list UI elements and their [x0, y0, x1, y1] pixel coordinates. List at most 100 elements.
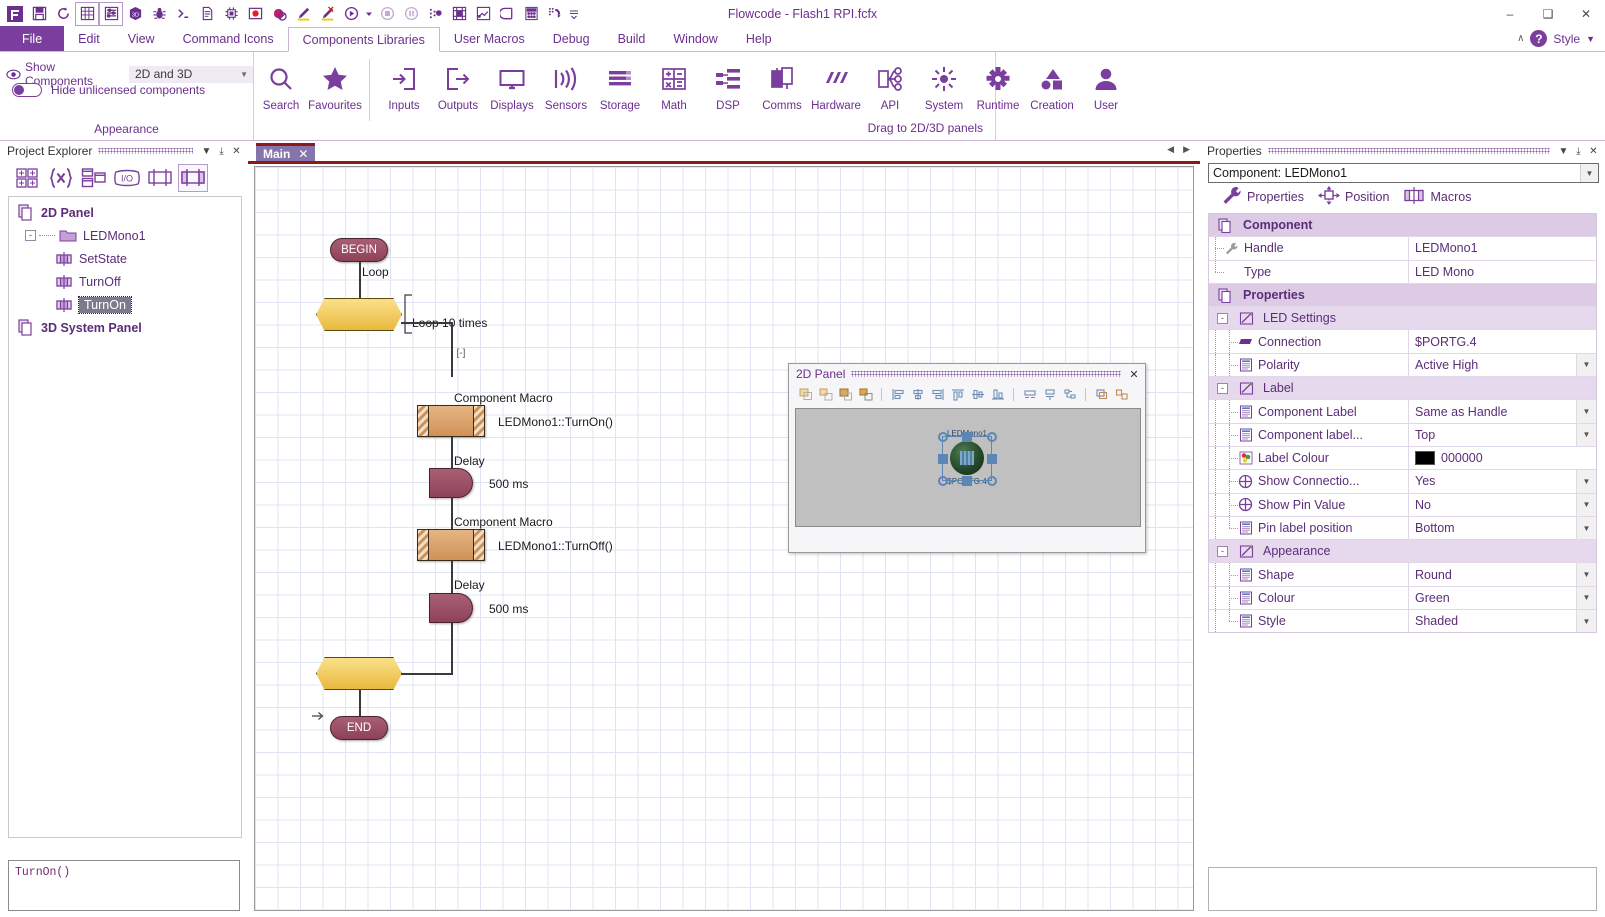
panel-menu-icon[interactable]: ▼ [199, 144, 214, 159]
led-component[interactable]: LEDMono1 $PORTG.4 [936, 427, 998, 489]
quick-access-toolbar[interactable]: 3D [4, 1, 580, 26]
tab-next-icon[interactable]: ▶ [1183, 144, 1190, 155]
handle-bottom-left[interactable] [938, 476, 948, 486]
menu-item-window[interactable]: Window [659, 26, 731, 51]
search-button[interactable]: Search [254, 55, 308, 127]
chevron-down-icon[interactable]: ▼ [1586, 34, 1595, 44]
user-button[interactable]: User [1079, 55, 1133, 127]
tree-item-turnoff[interactable]: TurnOff [9, 270, 241, 293]
colour-swatch[interactable] [1415, 451, 1435, 466]
send-backward-icon[interactable] [837, 386, 854, 402]
property-row-component-label[interactable]: Component Label Same as Handle ▼ [1209, 400, 1596, 424]
hide-unlicensed-toggle[interactable] [12, 83, 42, 97]
handle-top-left[interactable] [938, 432, 948, 442]
math-button[interactable]: Math [647, 55, 701, 127]
close-icon[interactable]: ✕ [1586, 144, 1601, 159]
show-components-dropdown[interactable]: 2D and 3D ▼ [128, 65, 253, 83]
menu-item-command-icons[interactable]: Command Icons [169, 26, 288, 51]
property-subgroup-label[interactable]: - Label [1209, 377, 1596, 401]
chevron-down-icon[interactable]: ▼ [1576, 493, 1596, 516]
pause-icon[interactable] [400, 3, 422, 25]
flow-node-delay-1[interactable] [429, 468, 473, 498]
close-icon[interactable]: ✕ [229, 144, 244, 159]
tab-navigation[interactable]: ◀ ▶ [1167, 144, 1190, 155]
tab-position[interactable]: Position [1314, 184, 1393, 210]
property-row-component-label-position[interactable]: Component label... Top ▼ [1209, 423, 1596, 447]
favourites-button[interactable]: Favourites [308, 55, 362, 127]
property-group-properties[interactable]: Properties [1209, 283, 1596, 308]
step-icon[interactable] [424, 3, 446, 25]
style-button[interactable]: Style [1553, 32, 1580, 46]
distribute-vertical-icon[interactable] [1041, 386, 1058, 402]
menu-item-edit[interactable]: Edit [64, 26, 114, 51]
export-icon[interactable] [544, 3, 566, 25]
align-middle-icon[interactable] [969, 386, 986, 402]
record-stop-icon[interactable] [268, 3, 290, 25]
menu-item-view[interactable]: View [114, 26, 169, 51]
handle-bottom-center[interactable] [962, 476, 972, 486]
hardware-button[interactable]: Hardware [809, 55, 863, 127]
windows-icon[interactable] [80, 165, 108, 191]
snap-icon[interactable] [1061, 386, 1078, 402]
compile-icon[interactable] [496, 3, 518, 25]
maximize-button[interactable]: ❑ [1529, 0, 1567, 27]
pin-icon[interactable]: ⤓ [1571, 144, 1586, 159]
property-row-colour[interactable]: Colour Green ▼ [1209, 586, 1596, 611]
tree-item-3d-system-panel[interactable]: 3D System Panel [9, 316, 241, 339]
menu-item-debug[interactable]: Debug [539, 26, 604, 51]
tab-properties[interactable]: Properties [1218, 184, 1308, 210]
chevron-down-icon[interactable]: ▼ [1576, 563, 1596, 586]
close-button[interactable]: ✕ [1567, 0, 1605, 27]
flowchart-canvas[interactable]: BEGIN Loop Loop 10 times [-] Component M… [254, 166, 1194, 911]
property-subgroup-led-settings[interactable]: - LED Settings [1209, 307, 1596, 331]
menu-item-components-libraries[interactable]: Components Libraries [287, 27, 440, 52]
subgroup-expander[interactable]: - [1217, 545, 1228, 557]
property-row-type[interactable]: Type LED Mono [1209, 260, 1596, 284]
play-dropdown-icon[interactable] [364, 3, 374, 25]
storage-button[interactable]: Storage [593, 55, 647, 127]
minimize-button[interactable]: – [1491, 0, 1529, 27]
handle-top-center[interactable] [962, 432, 972, 442]
flowcode-logo-icon[interactable] [4, 3, 26, 25]
pencil-icon[interactable] [292, 3, 314, 25]
creation-button[interactable]: Creation [1025, 55, 1079, 127]
cube-3d-icon[interactable]: 3D [124, 3, 146, 25]
chevron-down-icon[interactable]: ▼ [1580, 164, 1598, 182]
property-row-shape[interactable]: Shape Round ▼ [1209, 563, 1596, 587]
help-icon[interactable]: ? [1530, 30, 1548, 47]
flow-node-begin[interactable]: BEGIN [330, 238, 388, 262]
tree-item-setstate[interactable]: SetState [9, 247, 241, 270]
document-icon[interactable] [196, 3, 218, 25]
panel2d-close-icon[interactable]: ✕ [1127, 368, 1141, 381]
group-icon[interactable] [1093, 386, 1110, 402]
simulation-icon[interactable] [448, 3, 470, 25]
chevron-down-icon[interactable]: ▼ [1576, 516, 1596, 540]
property-row-connection[interactable]: Connection $PORTG.4 [1209, 330, 1596, 354]
calculator-icon[interactable] [520, 3, 542, 25]
chevron-down-icon[interactable]: ▼ [1576, 353, 1596, 377]
chart-icon[interactable] [472, 3, 494, 25]
tab-main[interactable]: Main ✕ [256, 143, 316, 161]
inputs-button[interactable]: Inputs [377, 55, 431, 127]
chevron-down-icon[interactable]: ▼ [1576, 586, 1596, 610]
handle-middle-right[interactable] [987, 454, 997, 464]
chevron-down-icon[interactable]: ▼ [1576, 423, 1596, 446]
tree-item-ledmono1[interactable]: - LEDMono1 [9, 224, 241, 247]
align-right-icon[interactable] [929, 386, 946, 402]
property-row-style[interactable]: Style Shaded ▼ [1209, 610, 1596, 634]
panel2d-drag-handle[interactable] [851, 371, 1121, 377]
variables-icon[interactable] [47, 165, 75, 191]
io-icon[interactable]: I/O [113, 165, 141, 191]
menu-item-help[interactable]: Help [732, 26, 786, 51]
property-row-handle[interactable]: Handle LEDMono1 [1209, 237, 1596, 261]
distribute-horizontal-icon[interactable] [1021, 386, 1038, 402]
api-button[interactable]: API [863, 55, 917, 127]
component-icon[interactable] [146, 165, 174, 191]
outputs-button[interactable]: Outputs [431, 55, 485, 127]
comms-button[interactable]: Comms [755, 55, 809, 127]
refresh-icon[interactable] [52, 3, 74, 25]
flow-node-macro-turnoff[interactable] [417, 529, 485, 561]
drag-handle[interactable] [1267, 148, 1550, 154]
chevron-down-icon[interactable]: ▼ [1576, 400, 1596, 423]
console-icon[interactable] [172, 3, 194, 25]
